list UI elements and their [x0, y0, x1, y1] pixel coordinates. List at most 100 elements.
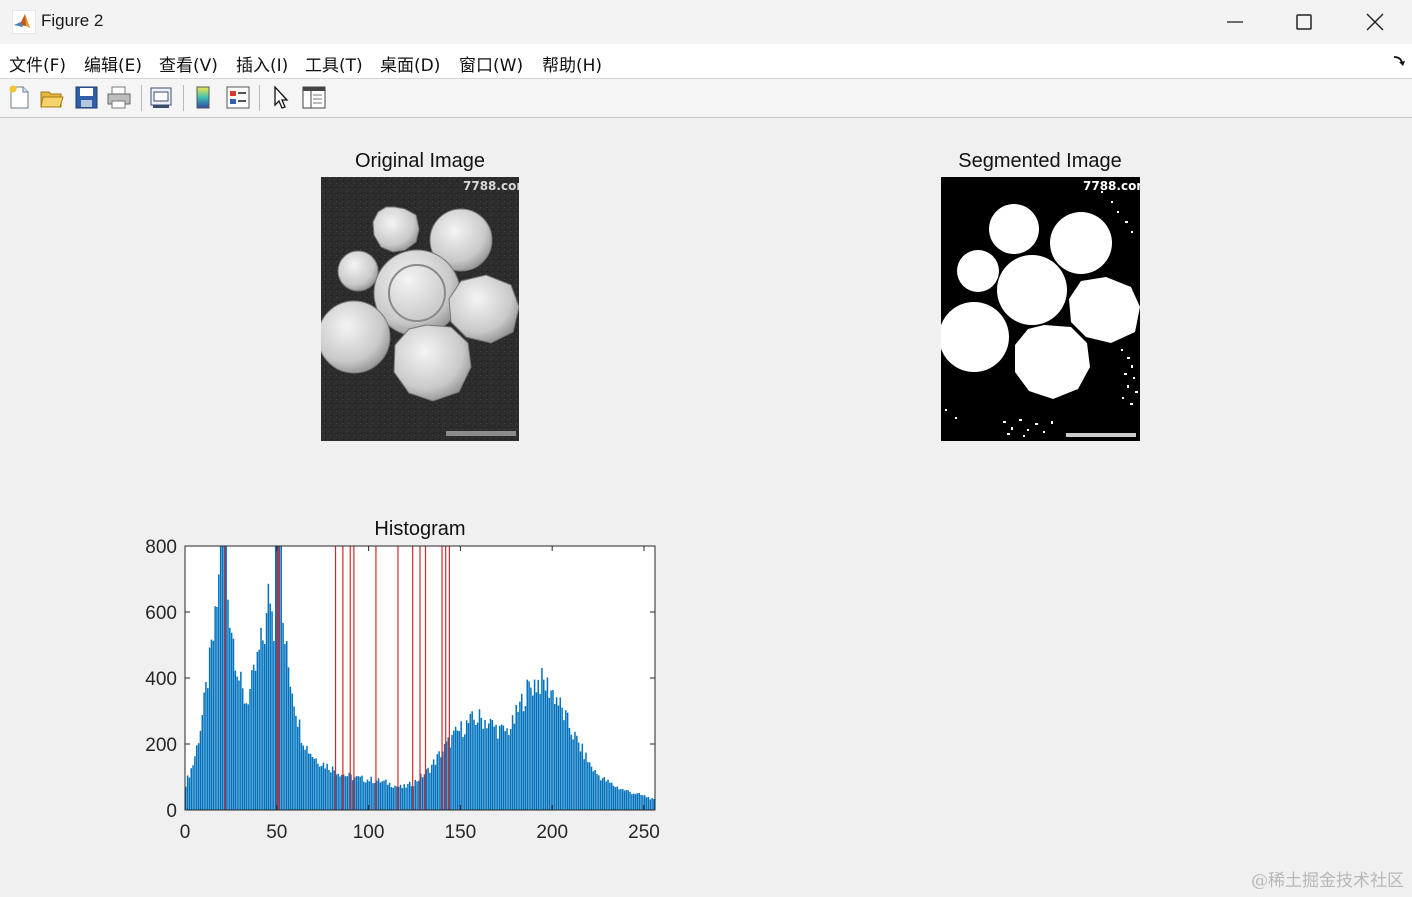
histogram-bar: [465, 720, 468, 810]
link-plot-icon: [150, 87, 172, 108]
histogram-bar: [330, 772, 332, 810]
histogram-bar: [258, 649, 260, 810]
histogram-bar: [476, 722, 479, 810]
dock-arrow-icon[interactable]: [1392, 54, 1406, 68]
menu-insert[interactable]: 插入(I): [236, 51, 288, 76]
edit-plot-pointer-icon: [274, 85, 289, 109]
x-tick-label: 250: [628, 822, 660, 843]
histogram-bar: [236, 676, 238, 810]
x-tick-label: 0: [180, 822, 191, 843]
histogram-bar: [229, 627, 231, 810]
save-icon: [75, 86, 98, 109]
histogram-bar: [568, 727, 571, 810]
property-inspector-button[interactable]: [301, 84, 327, 110]
histogram-bar: [498, 726, 501, 810]
save-button[interactable]: [73, 84, 99, 110]
histogram-bar: [269, 603, 271, 810]
histogram-bar: [192, 765, 194, 810]
histogram-bar: [576, 735, 578, 810]
histogram-bar: [511, 715, 514, 810]
menu-desktop[interactable]: 桌面(D): [380, 51, 440, 76]
histogram-bar: [304, 749, 306, 810]
open-file-icon: [40, 91, 64, 108]
histogram-bar: [467, 722, 470, 810]
histogram-bar: [302, 745, 305, 810]
histogram-bar: [475, 724, 477, 810]
histogram-bar: [313, 758, 316, 810]
histogram-bar: [227, 599, 229, 810]
histogram-bar: [186, 775, 189, 810]
histogram-bar: [651, 797, 653, 810]
histogram-bar: [583, 759, 585, 810]
segmented-image[interactable]: 7788.com: [941, 177, 1140, 441]
histogram-bar: [596, 773, 598, 810]
histogram-bar: [205, 682, 207, 810]
histogram-bar: [531, 695, 534, 810]
menu-tools[interactable]: 工具(T): [305, 51, 363, 76]
image-watermark: 7788.com: [463, 179, 519, 193]
histogram-bar: [632, 793, 635, 810]
close-icon: [1366, 13, 1384, 31]
original-image[interactable]: 7788.com: [321, 177, 519, 441]
insert-legend-button[interactable]: [225, 84, 251, 110]
histogram-bar: [392, 787, 394, 810]
histogram-bar: [293, 706, 295, 810]
property-inspector-icon: [302, 86, 326, 109]
histogram-bar: [432, 759, 435, 810]
histogram-bar: [403, 784, 405, 810]
histogram-bar: [230, 632, 233, 810]
histogram-bar: [535, 692, 538, 810]
link-plot-button[interactable]: [148, 84, 174, 110]
histogram-bar: [337, 773, 339, 810]
menu-edit[interactable]: 编辑(E): [84, 51, 142, 76]
histogram-bar: [522, 711, 525, 810]
y-tick-label: 0: [166, 801, 177, 822]
menu-view[interactable]: 查看(V): [159, 51, 218, 76]
histogram-chart[interactable]: 0 50 100 150 200 250 0 200 400 600 800: [130, 536, 690, 896]
histogram-bar: [610, 782, 613, 810]
histogram-bar: [541, 667, 543, 810]
histogram-bar: [245, 703, 248, 810]
histogram-bar: [219, 546, 222, 810]
histogram-bar: [509, 729, 512, 810]
histogram-bar: [577, 742, 580, 810]
histogram-bar: [590, 766, 593, 810]
histogram-bar: [218, 574, 220, 810]
histogram-bar: [478, 709, 481, 810]
maximize-button[interactable]: [1270, 0, 1338, 44]
histogram-bar: [240, 671, 242, 810]
histogram-bar: [563, 720, 565, 810]
insert-colorbar-button[interactable]: [191, 84, 217, 110]
new-figure-button[interactable]: [6, 84, 32, 110]
print-button[interactable]: [106, 84, 132, 110]
histogram-bar: [309, 753, 312, 810]
histogram-bar: [627, 790, 629, 810]
figure-canvas: Original Image 7788.com Segmented Image: [0, 118, 1412, 897]
close-button[interactable]: [1341, 0, 1409, 44]
histogram-bar: [484, 719, 486, 810]
window-title-bar: Figure 2: [0, 0, 1412, 45]
menu-file[interactable]: 文件(F): [9, 51, 66, 76]
histogram-bar: [520, 693, 523, 810]
histogram-bar: [647, 797, 650, 810]
open-file-button[interactable]: [39, 84, 65, 110]
histogram-bar: [408, 781, 411, 810]
histogram-bar: [431, 764, 433, 810]
histogram-bar: [381, 781, 383, 810]
histogram-bar: [315, 758, 317, 810]
window-title: Figure 2: [41, 11, 104, 30]
histogram-bar: [539, 693, 541, 810]
menu-help[interactable]: 帮助(H): [542, 51, 602, 76]
menu-window[interactable]: 窗口(W): [459, 51, 523, 76]
histogram-bar: [621, 788, 624, 810]
histogram-bar: [456, 730, 459, 810]
histogram-bar: [216, 607, 218, 810]
histogram-bar: [513, 723, 516, 810]
histogram-bar: [399, 784, 402, 810]
histogram-bar: [620, 789, 622, 810]
minimize-button[interactable]: [1201, 0, 1269, 44]
histogram-bar: [194, 756, 196, 810]
edit-plot-button[interactable]: [268, 84, 294, 110]
histogram-bar: [401, 788, 404, 810]
segmented-binary-picture: 7788.com: [941, 177, 1140, 441]
